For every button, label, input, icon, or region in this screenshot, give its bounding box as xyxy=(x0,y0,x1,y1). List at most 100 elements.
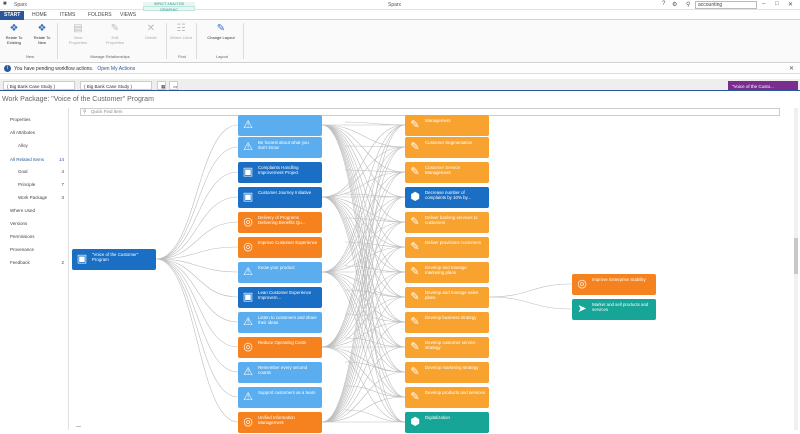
chevron-icon: ➤ xyxy=(577,303,587,315)
sidebar-item-all-attributes[interactable]: All Attributes xyxy=(10,130,64,135)
doc-tab-grid-icon[interactable]: ▦ xyxy=(157,81,166,90)
diagram-node[interactable]: ✎ Develop products and services xyxy=(405,387,489,408)
close-icon[interactable]: ✕ xyxy=(788,1,793,8)
minimize-icon[interactable]: – xyxy=(762,1,765,7)
task-icon: ✎ xyxy=(410,166,420,178)
diagram-node[interactable]: ✎ Customer Segmentation xyxy=(405,137,489,158)
open-my-actions-link[interactable]: Open My Actions xyxy=(97,66,135,72)
diagram-node[interactable]: ◎ Improve Enterprise Stability xyxy=(572,274,656,295)
task-icon: ✎ xyxy=(410,291,420,303)
diagram-node[interactable]: ✎ Management xyxy=(405,115,489,136)
task-icon: ✎ xyxy=(410,119,420,131)
diagram-node[interactable]: ✎ Develop and manage sales plans xyxy=(405,287,489,308)
document-tabs: ( Big Bank Case Study ) ( Big Bank Case … xyxy=(0,79,800,91)
diagram-node[interactable]: ◎ Delivery of Programs Delivering Benefit… xyxy=(238,212,322,233)
diagram-node[interactable]: ⚠ xyxy=(238,115,322,136)
warning-icon: ⚠ xyxy=(243,141,253,153)
sidebar-item-alloy[interactable]: Alloy xyxy=(18,143,64,148)
tab-views[interactable]: VIEWS xyxy=(116,11,140,20)
group-manage-relationships: Manage Relationships xyxy=(90,54,130,59)
diagram-node[interactable]: ⚠ Know your product xyxy=(238,262,322,283)
diagram-node[interactable]: ✎ Deliver provisions customers xyxy=(405,237,489,258)
sidebar-item-label: Permissions xyxy=(10,234,35,239)
diagram-node[interactable]: ▣ Customer Journey Initiative xyxy=(238,187,322,208)
sidebar-item-label: Principle xyxy=(18,182,36,187)
sidebar-item-properties[interactable]: Properties xyxy=(10,117,64,122)
tab-home[interactable]: HOME xyxy=(28,11,51,20)
diagram-node[interactable]: ✎ Develop marketing strategy xyxy=(405,362,489,383)
node-label: Develop marketing strategy xyxy=(425,365,479,370)
doc-tab-active[interactable]: "Voice of the Custo... xyxy=(728,81,798,90)
sidebar-item-label: Alloy xyxy=(18,143,28,148)
sidebar-item-label: Work Package xyxy=(18,195,48,200)
relate-new-icon: ❖ xyxy=(37,23,47,34)
node-label: Develop and manage marketing plans xyxy=(425,265,467,275)
diagram-node[interactable]: ▣ Complaints Handling Improvement Project xyxy=(238,162,322,183)
tab-start[interactable]: START xyxy=(0,11,25,20)
global-search-input[interactable]: accounting xyxy=(695,1,757,9)
sidebar-item-permissions[interactable]: Permissions xyxy=(10,234,64,239)
sidebar-item-versions[interactable]: Versions xyxy=(10,221,64,226)
diagram-node[interactable]: ➤ Market and sell products and services xyxy=(572,299,656,320)
sidebar-item-goal[interactable]: Goal 4 xyxy=(18,169,64,174)
delete-button[interactable]: ✕ Delete xyxy=(139,23,163,41)
work-package-icon: ▣ xyxy=(76,253,88,265)
diagram-node[interactable]: ⚠ Remember every second counts xyxy=(238,362,322,383)
doc-tab[interactable]: ( Big Bank Case Study ) xyxy=(3,81,75,90)
diagram-node[interactable]: ✎ Develop and manage marketing plans xyxy=(405,262,489,283)
root-node[interactable]: ▣ "Voice of the Customer" Program xyxy=(72,249,156,270)
sidebar-item-all-related-items[interactable]: All Related Items 14 xyxy=(10,157,64,162)
diagram-node[interactable]: ⚠ Listen to customers and share their ide… xyxy=(238,312,322,333)
tab-items[interactable]: ITEMS xyxy=(56,11,79,20)
diagram-node[interactable]: ◎ Reduce Operating Costs xyxy=(238,337,322,358)
diagram-node[interactable]: ◎ Unified Information Management xyxy=(238,412,322,433)
diagram-node[interactable]: ✎ Customer Service Management xyxy=(405,162,489,183)
close-icon[interactable]: ✕ xyxy=(789,65,794,72)
node-label: Customer Journey Initiative xyxy=(258,190,312,195)
node-label: Improve Enterprise Stability xyxy=(592,277,646,282)
settings-icon[interactable]: ⚙ xyxy=(672,1,677,8)
scrollbar-thumb[interactable] xyxy=(794,238,798,274)
diagram-node[interactable]: ✎ Deliver banking services to customers xyxy=(405,212,489,233)
tab-folders[interactable]: FOLDERS xyxy=(84,11,116,20)
diagram-node[interactable]: ⚠ Support customers as a team xyxy=(238,387,322,408)
node-label: Delivery of Programs Delivering Benefits… xyxy=(258,215,306,225)
node-label: Customer Service Management xyxy=(425,165,460,175)
warning-icon: ⚠ xyxy=(243,391,253,403)
zoom-control[interactable]: — xyxy=(76,424,81,430)
node-label: Listen to customers and share their idea… xyxy=(258,315,317,325)
diagram-node[interactable]: ◎ Improve Customer Experience xyxy=(238,237,322,258)
diagram-node[interactable]: ✎ Develop business strategy xyxy=(405,312,489,333)
relate-existing-button[interactable]: ❖ Relate To Existing xyxy=(2,23,26,45)
notification-text: You have pending workflow actions. xyxy=(14,66,94,72)
ribbon-tabs: START HOME ITEMS FOLDERS VIEWS xyxy=(0,10,800,20)
tab-graphic[interactable]: GRAPHIC xyxy=(143,6,195,12)
relate-existing-label: Relate To Existing xyxy=(5,35,23,45)
diagram-node[interactable]: ⬢ Digitalization xyxy=(405,412,489,433)
window-title: Sparx xyxy=(388,2,402,8)
view-properties-button[interactable]: ▤ View Properties xyxy=(66,23,90,45)
edit-properties-button[interactable]: ✎ Edit Properties xyxy=(103,23,127,45)
diagram-node[interactable]: ▣ Lean Customer Experience Improvem... xyxy=(238,287,322,308)
diagram-node[interactable]: ⬢ Decrease number of complaints by 10% by… xyxy=(405,187,489,208)
sidebar-item-work-package[interactable]: Work Package 3 xyxy=(18,195,64,200)
vertical-scrollbar[interactable] xyxy=(794,108,798,430)
sidebar-item-count: 14 xyxy=(58,157,64,162)
diagram-node[interactable]: ✎ Develop customer service strategy xyxy=(405,337,489,358)
diagram-node[interactable]: ⚠ Be honest about what you don't know xyxy=(238,137,322,158)
node-label: Customer Segmentation xyxy=(425,140,473,145)
maximize-icon[interactable]: □ xyxy=(775,1,779,7)
warning-icon: ⚠ xyxy=(243,266,253,278)
sidebar-item-provenance[interactable]: Provenance xyxy=(10,247,64,252)
relate-new-button[interactable]: ❖ Relate To New xyxy=(30,23,54,45)
where-used-button[interactable]: ☷ Where Used xyxy=(169,23,193,41)
task-icon: ✎ xyxy=(410,266,420,278)
task-icon: ✎ xyxy=(410,241,420,253)
change-layout-button[interactable]: ✎ Change Layout xyxy=(206,23,236,41)
doc-tab-folder-icon[interactable]: ▭ xyxy=(169,81,178,90)
doc-tab[interactable]: ( Big Bank Case Study ) xyxy=(80,81,152,90)
sidebar-item-where-used[interactable]: Where Used xyxy=(10,208,64,213)
help-icon[interactable]: ? xyxy=(662,1,665,7)
sidebar-item-principle[interactable]: Principle 7 xyxy=(18,182,64,187)
sidebar-item-feedback[interactable]: Feedback 2 xyxy=(10,260,64,265)
